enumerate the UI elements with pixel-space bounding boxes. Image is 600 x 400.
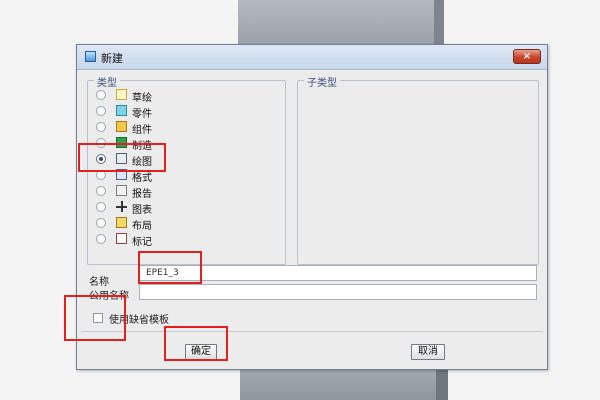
background-model-bottom <box>240 368 448 400</box>
type-option-diagram[interactable]: 图表 <box>94 199 274 216</box>
type-label-diagram: 图表 <box>132 205 152 216</box>
diagram-icon <box>116 201 127 212</box>
common-name-input[interactable] <box>139 284 537 300</box>
radio-layout[interactable] <box>96 218 106 228</box>
dialog-app-icon <box>85 51 96 62</box>
type-option-assembly[interactable]: 组件 <box>94 119 274 136</box>
type-option-part[interactable]: 零件 <box>94 103 274 120</box>
close-button[interactable]: × <box>513 49 541 64</box>
type-label-part: 零件 <box>132 109 152 120</box>
part-icon <box>116 105 127 116</box>
subtype-group-legend: 子类型 <box>304 74 340 89</box>
report-icon <box>116 185 127 196</box>
cancel-button[interactable]: 取消 <box>411 344 445 360</box>
dialog-title: 新建 <box>101 52 123 65</box>
type-label-report: 报告 <box>132 189 152 200</box>
type-label-layout: 布局 <box>132 221 152 232</box>
dialog-divider <box>81 331 543 332</box>
type-label-sketch: 草绘 <box>132 93 152 104</box>
type-option-sketch[interactable]: 草绘 <box>94 87 274 104</box>
radio-part[interactable] <box>96 106 106 116</box>
radio-report[interactable] <box>96 186 106 196</box>
dialog-title-bar[interactable]: 新建 × <box>77 45 547 70</box>
assembly-icon <box>116 121 127 132</box>
type-option-report[interactable]: 报告 <box>94 183 274 200</box>
markup-icon <box>116 233 127 244</box>
radio-sketch[interactable] <box>96 90 106 100</box>
name-label: 名称 <box>89 277 109 288</box>
highlight-drawing-option <box>78 143 166 172</box>
sketch-icon <box>116 89 127 100</box>
radio-diagram[interactable] <box>96 202 106 212</box>
type-label-markup: 标记 <box>132 237 152 248</box>
radio-assembly[interactable] <box>96 122 106 132</box>
type-group: 类型 草绘 零件 组件 制造 绘图 格式 报告 图表 布局 标记 <box>87 74 286 265</box>
radio-markup[interactable] <box>96 234 106 244</box>
layout-icon <box>116 217 127 228</box>
highlight-ok-button <box>164 326 228 361</box>
type-option-markup[interactable]: 标记 <box>94 231 274 248</box>
subtype-group: 子类型 <box>297 74 539 265</box>
new-file-dialog: 新建 × 类型 草绘 零件 组件 制造 绘图 格式 报告 图表 布局 标记 子类… <box>76 44 548 370</box>
highlight-name-input <box>138 251 202 284</box>
highlight-default-template-checkbox <box>64 295 126 341</box>
type-option-layout[interactable]: 布局 <box>94 215 274 232</box>
background-model-top <box>238 0 444 44</box>
type-label-assembly: 组件 <box>132 125 152 136</box>
